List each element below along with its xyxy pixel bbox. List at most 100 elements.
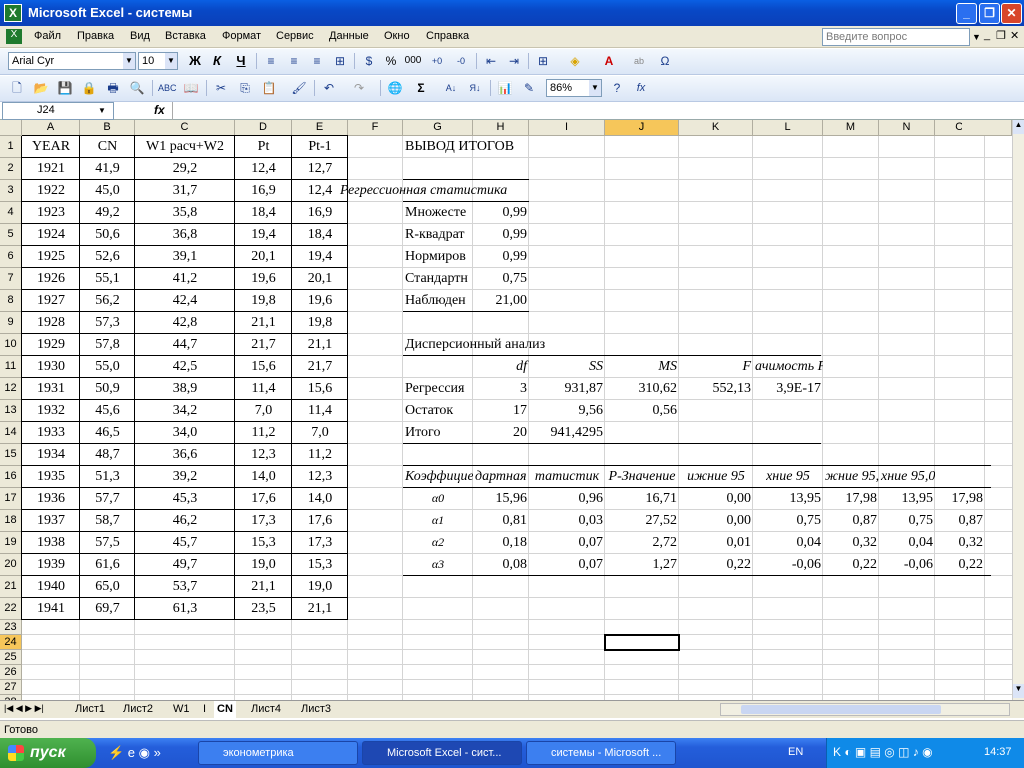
row-header-18[interactable]: 18	[0, 510, 22, 532]
row-header-20[interactable]: 20	[0, 554, 22, 576]
scroll-down-icon[interactable]: ▼	[1013, 684, 1024, 698]
row-header-9[interactable]: 9	[0, 312, 22, 334]
column-header-P[interactable]	[962, 120, 1012, 136]
menu-data[interactable]: Данные	[329, 30, 369, 42]
row-header-19[interactable]: 19	[0, 532, 22, 554]
decrease-decimal-icon[interactable]: -0	[452, 52, 470, 70]
column-header-C[interactable]: C	[135, 120, 235, 136]
column-header-J[interactable]: J	[605, 120, 679, 136]
row-header-1[interactable]: 1	[0, 136, 22, 158]
undo-icon[interactable]: ↶	[320, 79, 338, 97]
row-header-6[interactable]: 6	[0, 246, 22, 268]
row-header-10[interactable]: 10	[0, 334, 22, 356]
increase-decimal-icon[interactable]: +0	[428, 52, 446, 70]
name-box-dropdown-icon[interactable]: ▼	[98, 106, 106, 115]
column-header-B[interactable]: B	[80, 120, 135, 136]
phonetic-icon[interactable]: ab	[630, 52, 648, 70]
row-header-25[interactable]: 25	[0, 650, 22, 665]
select-all-corner[interactable]	[0, 120, 22, 136]
menu-tools[interactable]: Сервис	[276, 30, 314, 42]
font-color-icon[interactable]: A	[600, 52, 618, 70]
menu-help[interactable]: Справка	[426, 30, 469, 42]
column-header-H[interactable]: H	[473, 120, 529, 136]
menu-insert[interactable]: Вставка	[165, 30, 206, 42]
open-icon[interactable]: 📂	[32, 79, 50, 97]
underline-button[interactable]: Ч	[232, 52, 250, 70]
column-header-G[interactable]: G	[403, 120, 473, 136]
research-icon[interactable]: 📖	[182, 79, 200, 97]
percent-button[interactable]: %	[382, 52, 400, 70]
sort-descending-icon[interactable]: Я↓	[466, 79, 484, 97]
column-header-K[interactable]: K	[679, 120, 753, 136]
print-icon[interactable]: 🖶	[104, 79, 122, 97]
row-header-22[interactable]: 22	[0, 598, 22, 620]
row-header-16[interactable]: 16	[0, 466, 22, 488]
minimize-button[interactable]: _	[956, 3, 977, 24]
ask-dropdown-icon[interactable]: ▼	[972, 32, 981, 42]
menu-edit[interactable]: Правка	[77, 30, 114, 42]
redo-icon[interactable]: ↷	[350, 79, 368, 97]
close-button[interactable]: ✕	[1001, 3, 1022, 24]
tab-w1[interactable]: W1	[170, 701, 193, 718]
column-header-M[interactable]: M	[823, 120, 879, 136]
function-icon[interactable]: fx	[632, 79, 650, 97]
row-header-4[interactable]: 4	[0, 202, 22, 224]
menu-view[interactable]: Вид	[130, 30, 150, 42]
insert-function-button[interactable]: fx	[154, 103, 165, 117]
row-header-11[interactable]: 11	[0, 356, 22, 378]
row-header-7[interactable]: 7	[0, 268, 22, 290]
font-name-select[interactable]: Arial Cyr ▼	[8, 52, 136, 70]
help-icon[interactable]: ?	[608, 79, 626, 97]
row-header-21[interactable]: 21	[0, 576, 22, 598]
autosum-icon[interactable]: Σ	[412, 79, 430, 97]
row-header-12[interactable]: 12	[0, 378, 22, 400]
column-header-E[interactable]: E	[292, 120, 348, 136]
merge-center-icon[interactable]: ⊞	[331, 52, 349, 70]
menu-format[interactable]: Формат	[222, 30, 261, 42]
zoom-select[interactable]: 86% ▼	[546, 79, 602, 97]
borders-icon[interactable]: ⊞	[534, 52, 552, 70]
row-header-14[interactable]: 14	[0, 422, 22, 444]
menu-file[interactable]: Файл	[34, 30, 61, 42]
row-header-27[interactable]: 27	[0, 680, 22, 695]
outdent-icon[interactable]: ⇤	[482, 52, 500, 70]
sheet-nav-icon[interactable]: |◀ ◀ ▶ ▶|	[4, 703, 44, 714]
paste-icon[interactable]: 📋	[260, 79, 278, 97]
row-header-17[interactable]: 17	[0, 488, 22, 510]
save-icon[interactable]: 💾	[56, 79, 74, 97]
new-icon[interactable]: 🗋	[8, 79, 26, 97]
tab-list2[interactable]: Лист2	[120, 701, 156, 718]
row-header-15[interactable]: 15	[0, 444, 22, 466]
currency-icon[interactable]: $	[360, 52, 378, 70]
doc-close-icon[interactable]: ✕	[1010, 29, 1019, 42]
task-word[interactable]: системы - Microsoft ...	[526, 741, 676, 765]
row-header-23[interactable]: 23	[0, 620, 22, 635]
tab-i[interactable]: I	[200, 701, 209, 718]
print-preview-icon[interactable]: 🔍	[128, 79, 146, 97]
selected-cell-j24[interactable]	[604, 634, 680, 651]
column-header-A[interactable]: A	[22, 120, 80, 136]
ask-question-input[interactable]: Введите вопрос	[822, 28, 970, 46]
copy-icon[interactable]: ⎘	[236, 79, 254, 97]
row-header-8[interactable]: 8	[0, 290, 22, 312]
font-size-select[interactable]: 10 ▼	[138, 52, 178, 70]
indent-icon[interactable]: ⇥	[505, 52, 523, 70]
scroll-up-icon[interactable]: ▲	[1013, 120, 1024, 134]
task-econometrika[interactable]: эконометрика	[198, 741, 358, 765]
symbol-icon[interactable]: Ω	[656, 52, 674, 70]
column-header-D[interactable]: D	[235, 120, 292, 136]
language-indicator[interactable]: EN	[788, 746, 803, 758]
vertical-scrollbar[interactable]: ▲ ▼	[1012, 120, 1024, 700]
tab-cn[interactable]: CN	[214, 701, 236, 718]
align-left-icon[interactable]: ≡	[262, 52, 280, 70]
doc-restore-icon[interactable]: ❐	[996, 29, 1006, 42]
hyperlink-icon[interactable]: 🌐	[386, 79, 404, 97]
spreadsheet-grid[interactable]: A B C D E F G H I J K L M N O 1 2 3 4 5 6 7 8 9 10 11 12 13 14 15 16 17…	[0, 120, 1012, 710]
cut-icon[interactable]: ✂	[212, 79, 230, 97]
sort-ascending-icon[interactable]: A↓	[442, 79, 460, 97]
row-header-26[interactable]: 26	[0, 665, 22, 680]
doc-minimize-icon[interactable]: _	[984, 29, 990, 41]
fill-color-icon[interactable]: ◈	[566, 52, 584, 70]
align-right-icon[interactable]: ≡	[308, 52, 326, 70]
italic-button[interactable]: К	[208, 52, 226, 70]
